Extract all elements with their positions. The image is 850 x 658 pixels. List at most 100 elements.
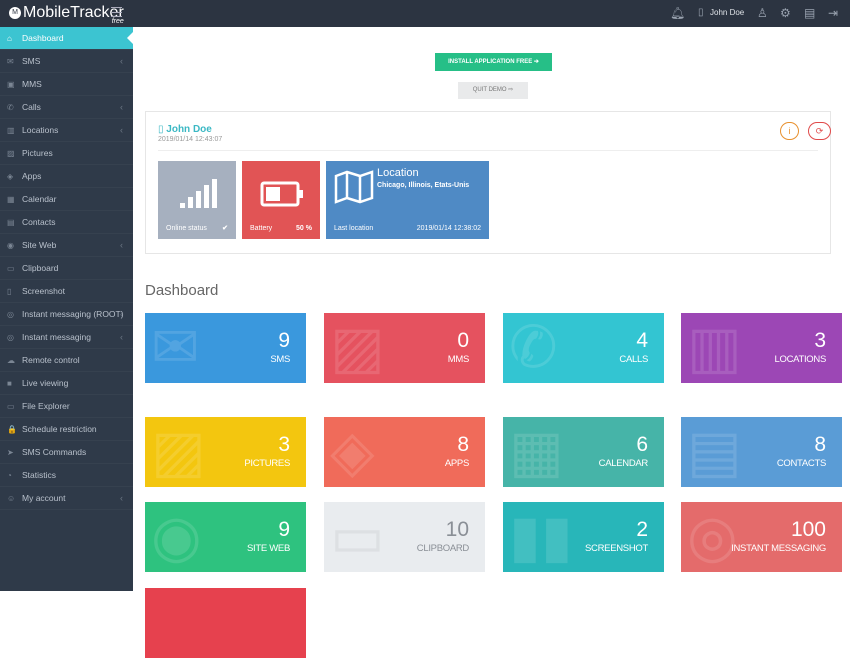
tile-count: 9 [278,518,290,541]
current-device-user[interactable]: John Doe [710,8,744,17]
sidebar-item-remote-control[interactable]: ☁ Remote control [0,349,133,372]
tile-label: SITE WEB [247,543,290,554]
signal-icon [180,179,217,208]
dashboard-heading: Dashboard [145,282,219,299]
chevron-left-icon: ‹ [120,493,123,503]
sidebar-item-calendar[interactable]: ▦ Calendar [0,188,133,211]
tile-count: 8 [457,433,469,456]
sidebar-item-label: Statistics [22,470,57,480]
tile-more[interactable] [145,588,306,658]
tile-label: PICTURES [244,458,290,469]
sidebar-item-instant-messaging[interactable]: ◎ Instant messaging ‹ [0,326,133,349]
tile-instant-messaging[interactable]: ◎ 100 INSTANT MESSAGING [681,502,842,572]
sidebar-item-statistics[interactable]: ◔ Statistics [0,464,133,487]
basket-icon[interactable]: ▤ [804,6,815,20]
tile-locations[interactable]: ▥ 3 LOCATIONS [681,313,842,383]
tile-clipboard[interactable]: ▭ 10 CLIPBOARD [324,502,485,572]
location-title: Location [377,167,419,179]
chevron-left-icon: ‹ [120,102,123,112]
quit-demo-button[interactable]: QUIT DEMO ⇨ [458,82,528,99]
last-location-label: Last location [334,225,374,232]
sidebar-item-icon: ■ [7,379,12,388]
sidebar-item-label: Remote control [22,355,80,365]
online-status-label: Online status [166,225,207,232]
install-application-button[interactable]: INSTALL APPLICATION FREE ➔ [435,53,552,71]
top-bar: M MobileTracker free 🔔︎ ▯ John Doe ♙ ⚙ ▤… [0,0,850,27]
tile-calls[interactable]: ✆ 4 CALLS [503,313,664,383]
sidebar-item-icon: ◈ [7,172,14,181]
sidebar-item-my-account[interactable]: ☺ My account ‹ [0,487,133,510]
tile-icon: ◉ [151,504,202,569]
logout-icon[interactable]: ⇥ [828,6,838,20]
sidebar-item-file-explorer[interactable]: ▭ File Explorer [0,395,133,418]
sidebar-item-icon: ▣ [7,80,15,89]
tile-label: APPS [444,458,469,469]
tile-pictures[interactable]: ▨ 3 PICTURES [145,417,306,487]
sidebar-item-screenshot[interactable]: ▯ Screenshot [0,280,133,303]
sidebar-item-icon: ✆ [7,103,14,112]
tile-label: SCREENSHOT [585,543,648,554]
tile-screenshot[interactable]: ▮▮ 2 SCREENSHOT [503,502,664,572]
tile-mms[interactable]: ▨ 0 MMS [324,313,485,383]
map-icon [334,170,374,204]
settings-icon[interactable]: ⚙ [780,6,791,20]
sidebar-item-dashboard[interactable]: ⌂ Dashboard [0,27,133,50]
sidebar-item-apps[interactable]: ◈ Apps [0,165,133,188]
tile-calendar[interactable]: ▦ 6 CALENDAR [503,417,664,487]
sidebar-item-locations[interactable]: ▥ Locations ‹ [0,119,133,142]
sidebar-item-icon: ▭ [7,402,15,411]
tile-apps[interactable]: ◈ 8 APPS [324,417,485,487]
info-icon: i [788,126,791,136]
sidebar-item-icon: ▦ [7,195,15,204]
tile-count: 8 [814,433,826,456]
sidebar-item-clipboard[interactable]: ▭ Clipboard [0,257,133,280]
battery-icon [260,181,303,207]
sidebar-item-schedule-restriction[interactable]: 🔒 Schedule restriction [0,418,133,441]
sidebar-item-label: SMS [22,56,41,66]
sidebar-item-contacts[interactable]: ▤ Contacts [0,211,133,234]
refresh-icon: ⟳ [815,126,824,136]
sidebar-item-mms[interactable]: ▣ MMS [0,73,133,96]
logo[interactable]: M MobileTracker free [9,4,124,25]
sidebar-item-icon: 🔒 [7,425,17,434]
info-button[interactable]: i [780,122,799,140]
tile-label: CALLS [619,354,648,365]
tile-contacts[interactable]: ▤ 8 CONTACTS [681,417,842,487]
sidebar-item-site-web[interactable]: ◉ Site Web ‹ [0,234,133,257]
tile-label: CALENDAR [598,458,649,469]
device-name[interactable]: ▯ John Doe [158,124,212,135]
sidebar-item-label: Instant messaging [22,332,91,342]
sidebar-item-label: Calendar [22,194,57,204]
refresh-button[interactable]: ⟳ [808,122,831,140]
sidebar-item-sms[interactable]: ✉ SMS ‹ [0,50,133,73]
tile-label: LOCATIONS [774,354,827,365]
user-icon[interactable]: ♙ [757,6,768,20]
divider [158,150,818,151]
sidebar-item-label: SMS Commands [22,447,87,457]
chevron-left-icon: ‹ [120,56,123,66]
sidebar-item-live-viewing[interactable]: ■ Live viewing [0,372,133,395]
sidebar-item-pictures[interactable]: ▨ Pictures [0,142,133,165]
tile-sms[interactable]: ✉ 9 SMS [145,313,306,383]
sidebar-item-icon: ☺ [7,494,16,503]
sidebar-item-icon: ▯ [7,287,12,296]
device-card: ▯ John Doe 2019/01/14 12:43:07 i ⟳ Onlin… [145,111,831,254]
tile-count: 10 [445,518,469,541]
sidebar-item-instant-messaging-root[interactable]: ◎ Instant messaging (ROOT) ‹ [0,303,133,326]
sidebar-item-icon: ▤ [7,218,15,227]
menu-toggle-icon[interactable] [111,7,122,17]
tile-label: CONTACTS [776,458,826,469]
sidebar-item-sms-commands[interactable]: ➤ SMS Commands [0,441,133,464]
tile-icon: ✉ [151,315,200,380]
tile-site-web[interactable]: ◉ 9 SITE WEB [145,502,306,572]
tile-label: MMS [447,354,470,365]
tile-count: 2 [636,518,648,541]
sidebar-item-icon: ▨ [7,149,15,158]
bell-icon[interactable]: 🔔︎ [670,6,685,20]
tile-count: 0 [457,329,469,352]
sidebar: ⌂ Dashboard ✉ SMS ‹ ▣ MMS ✆ Calls ‹ ▥ Locations ‹ ▨ Pi… [0,27,133,591]
location-tile[interactable]: Location Chicago, Illinois, Etats-Unis L… [326,161,489,239]
sidebar-item-label: Live viewing [22,378,69,388]
sidebar-item-calls[interactable]: ✆ Calls ‹ [0,96,133,119]
check-icon: ✔ [222,225,228,232]
